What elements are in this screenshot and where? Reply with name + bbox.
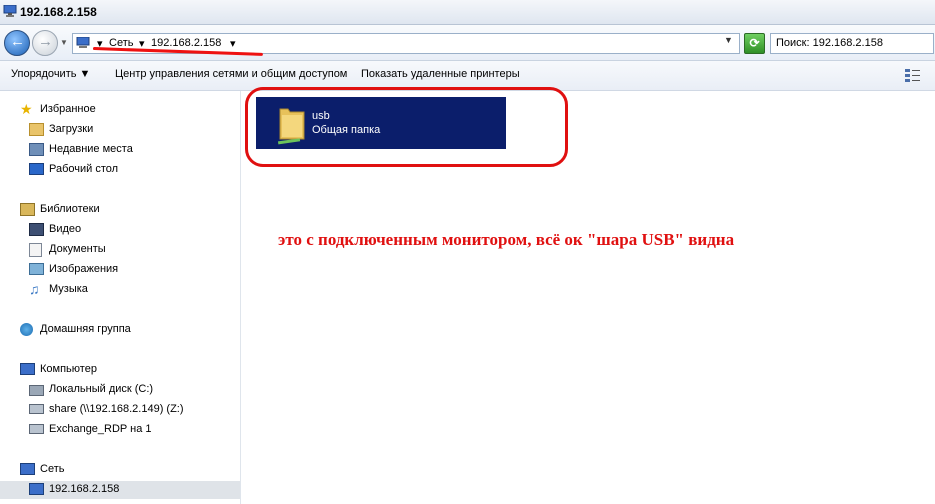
view-options-icon[interactable] — [904, 67, 922, 83]
arrow-left-icon: ← — [10, 33, 25, 50]
desktop-icon — [29, 163, 44, 175]
organize-button[interactable]: Упорядочить ▼ — [11, 68, 90, 80]
libraries-icon — [20, 203, 35, 216]
arrow-right-icon: → — [38, 33, 53, 50]
network-icon — [20, 463, 35, 475]
downloads-folder-icon — [29, 123, 44, 136]
network-drive-icon — [29, 404, 44, 414]
title-bar: 192.168.2.158 — [0, 0, 935, 25]
organize-label: Упорядочить — [11, 68, 77, 80]
address-bar-row: ← → ▼ ▾ Сеть ▾ 192.168.2.158 ▾ ▼ ⟳ Поиск… — [0, 25, 935, 61]
network-icon — [76, 37, 90, 48]
breadcrumb-host[interactable]: 192.168.2.158 — [151, 37, 221, 49]
red-circle-annotation — [245, 87, 568, 167]
navigation-pane: ★ Избранное Загрузки Недавние места Рабо… — [0, 91, 241, 504]
network-drive-icon — [29, 424, 44, 434]
network-computer-icon — [29, 483, 44, 495]
recent-places-icon — [29, 143, 44, 156]
sidebar-item-host[interactable]: 192.168.2.158 — [0, 481, 240, 499]
star-icon: ★ — [20, 101, 33, 117]
homegroup-icon — [20, 323, 33, 336]
music-note-icon: ♫ — [29, 281, 40, 297]
forward-button[interactable]: → — [32, 30, 58, 56]
window-title: 192.168.2.158 — [20, 5, 97, 19]
images-icon — [29, 263, 44, 275]
search-input[interactable]: Поиск: 192.168.2.158 — [770, 33, 934, 54]
network-computer-icon — [3, 5, 17, 17]
hard-disk-icon — [29, 385, 44, 396]
annotation-text: это с подключенным монитором, всё ок "ша… — [278, 230, 735, 249]
refresh-icon: ⟳ — [749, 36, 760, 50]
chevron-down-icon[interactable]: ▾ — [230, 37, 236, 50]
back-button[interactable]: ← — [4, 30, 30, 56]
refresh-button[interactable]: ⟳ — [744, 33, 765, 54]
show-printers-button[interactable]: Показать удаленные принтеры — [361, 68, 520, 80]
video-icon — [29, 223, 44, 236]
network-center-button[interactable]: Центр управления сетями и общим доступом — [115, 68, 347, 80]
computer-icon — [20, 363, 35, 375]
search-input-value: Поиск: 192.168.2.158 — [776, 37, 883, 49]
documents-icon — [29, 243, 42, 257]
address-dropdown-icon[interactable]: ▼ — [724, 35, 733, 45]
history-dropdown-icon[interactable]: ▼ — [60, 38, 68, 47]
